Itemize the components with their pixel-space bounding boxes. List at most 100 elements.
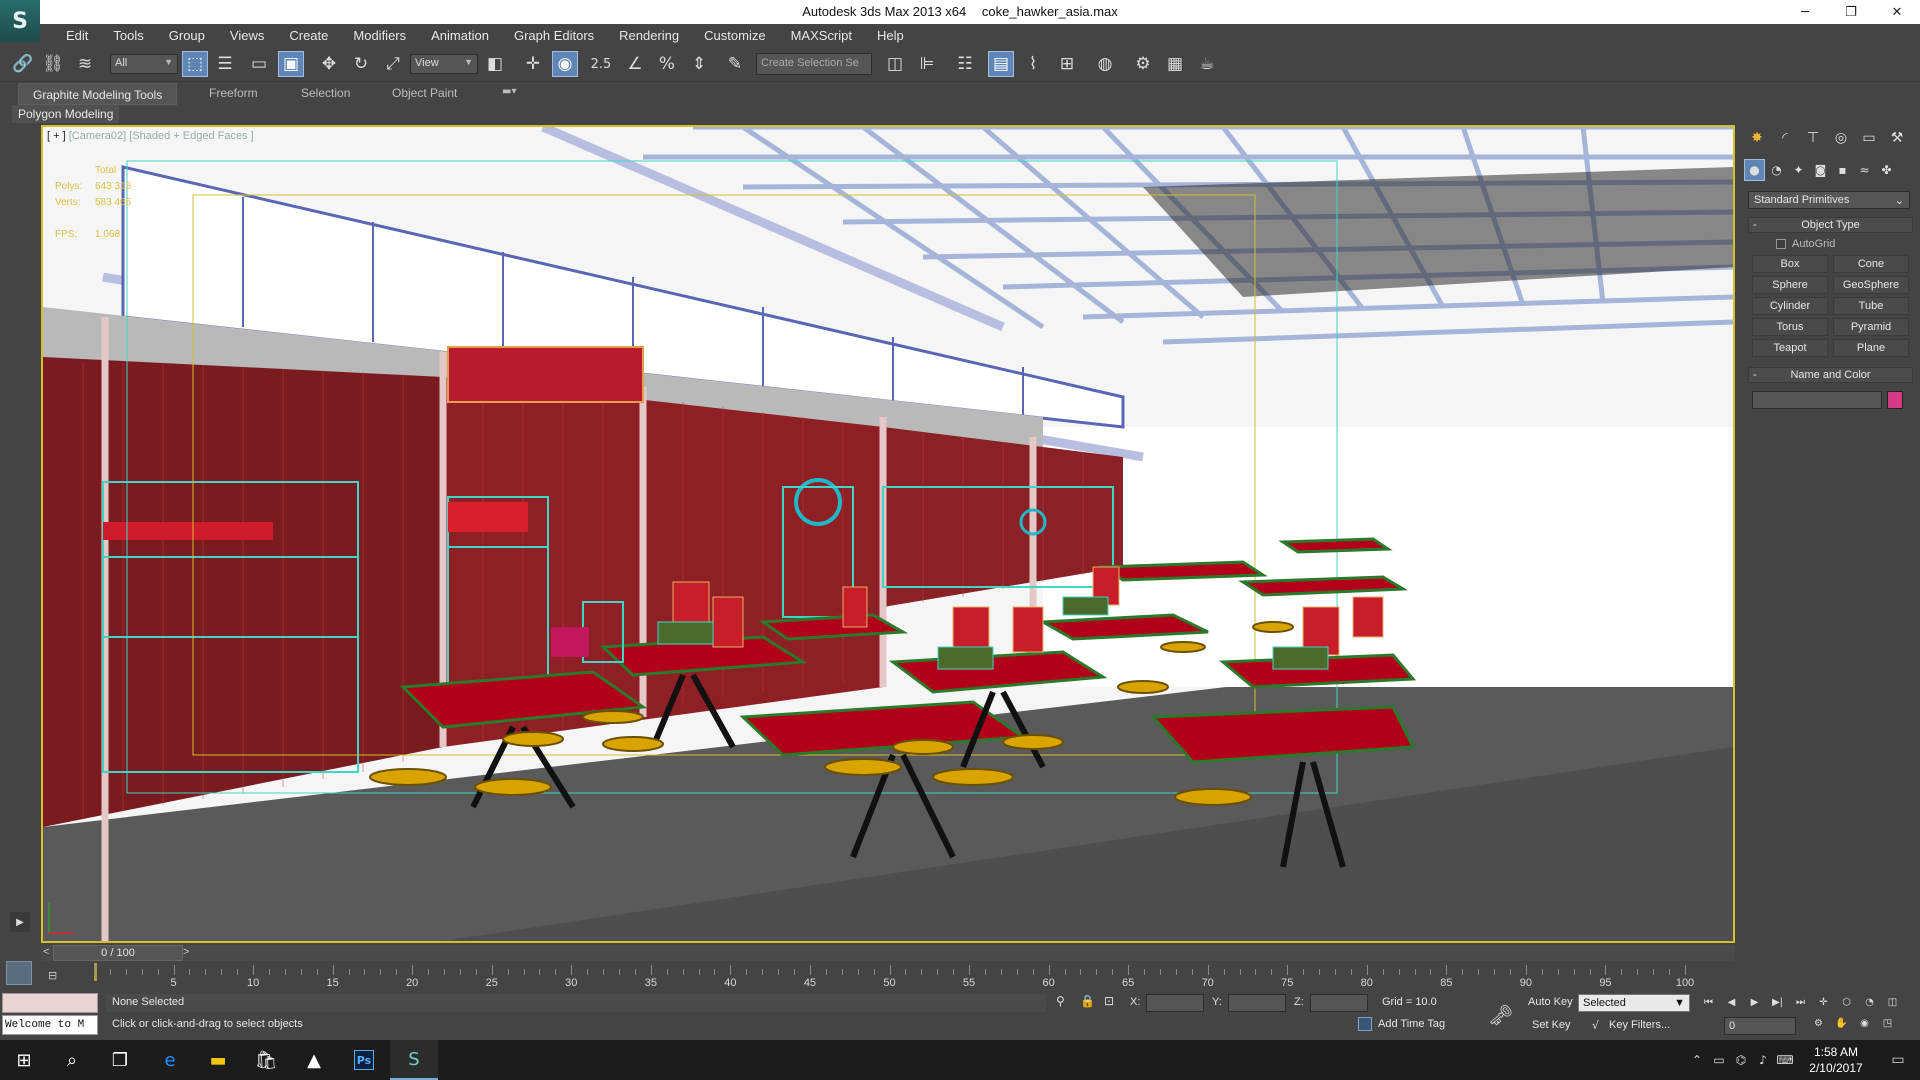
ribbon-options-icon[interactable]: ▬▾: [502, 86, 516, 97]
time-config-icon[interactable]: ⚙: [1810, 1015, 1827, 1032]
set-key-button[interactable]: Set Key: [1532, 1019, 1571, 1031]
hand-pan-icon[interactable]: ✋: [1833, 1015, 1850, 1032]
box-button[interactable]: Box: [1752, 255, 1828, 273]
time-slider[interactable]: < 0 / 100 >: [41, 945, 1735, 961]
next-frame-icon[interactable]: ▶|: [1769, 994, 1786, 1011]
tray-expand-icon[interactable]: ⌃: [1686, 1053, 1708, 1067]
go-to-end-icon[interactable]: ⏭: [1792, 994, 1809, 1011]
key-filter-icon[interactable]: √: [1592, 1019, 1599, 1032]
pin-icon[interactable]: ⚲: [1056, 994, 1065, 1008]
auto-key-button[interactable]: Auto Key: [1528, 996, 1573, 1008]
orbit-icon[interactable]: ◉: [1856, 1015, 1873, 1032]
minimize-button[interactable]: ─: [1782, 0, 1828, 24]
menu-edit[interactable]: Edit: [54, 28, 101, 43]
schematic-view-icon[interactable]: ⊞: [1054, 51, 1080, 77]
search-icon[interactable]: ⌕: [48, 1040, 96, 1080]
tray-volume-icon[interactable]: ♪: [1752, 1053, 1774, 1067]
mirror-icon[interactable]: ◫: [882, 51, 908, 77]
x-coordinate-input[interactable]: [1146, 994, 1204, 1012]
taskbar-clock[interactable]: 1:58 AM 2/10/2017: [1796, 1044, 1876, 1076]
menu-help[interactable]: Help: [865, 28, 917, 43]
edit-named-selection-icon[interactable]: ✎: [722, 51, 748, 77]
selection-filter-dropdown[interactable]: All ▼: [110, 54, 178, 74]
tab-selection[interactable]: Selection: [301, 86, 350, 100]
zoom-all-icon[interactable]: ⬡: [1838, 994, 1855, 1011]
menu-group[interactable]: Group: [157, 28, 218, 43]
angle-snap-icon[interactable]: ∠: [622, 51, 648, 77]
menu-customize[interactable]: Customize: [692, 28, 778, 43]
tube-button[interactable]: Tube: [1833, 297, 1909, 315]
snap-toggle-icon[interactable]: 2.5: [588, 51, 614, 77]
restore-button[interactable]: ❐: [1828, 0, 1874, 24]
menu-rendering[interactable]: Rendering: [607, 28, 692, 43]
z-coordinate-input[interactable]: [1310, 994, 1368, 1012]
primitive-type-dropdown[interactable]: Standard Primitives ⌄: [1748, 191, 1910, 209]
lights-icon[interactable]: ✦: [1788, 159, 1809, 181]
selection-lock-icon[interactable]: 🔒: [1080, 994, 1095, 1008]
play-icon[interactable]: ▶: [1746, 994, 1763, 1011]
time-slider-thumb[interactable]: 0 / 100: [53, 945, 183, 961]
geometry-icon[interactable]: ●: [1744, 159, 1765, 181]
display-tab-icon[interactable]: ▭: [1858, 127, 1880, 149]
cameras-icon[interactable]: ◙: [1810, 159, 1831, 181]
photos-icon[interactable]: ▲: [290, 1040, 338, 1080]
motion-tab-icon[interactable]: ◎: [1830, 127, 1852, 149]
tab-freeform[interactable]: Freeform: [209, 86, 258, 100]
add-time-tag[interactable]: Add Time Tag: [1358, 1017, 1445, 1031]
viewport-camera-label[interactable]: [Camera02] [Shaded + Edged Faces ]: [69, 130, 254, 142]
material-editor-icon[interactable]: ◍: [1092, 51, 1118, 77]
systems-icon[interactable]: ✤: [1876, 159, 1897, 181]
absolute-mode-icon[interactable]: ⊡: [1104, 994, 1114, 1008]
select-manipulate-icon[interactable]: ✛: [520, 51, 546, 77]
object-name-input[interactable]: [1752, 391, 1882, 409]
object-type-header[interactable]: - Object Type: [1748, 217, 1913, 233]
viewport-label[interactable]: [ + ] [Camera02] [Shaded + Edged Faces ]: [47, 130, 254, 142]
cone-button[interactable]: Cone: [1833, 255, 1909, 273]
render-setup-icon[interactable]: ⚙: [1130, 51, 1156, 77]
field-of-view-icon[interactable]: ◔: [1861, 994, 1878, 1011]
3dsmax-taskbar-icon[interactable]: S: [390, 1040, 438, 1080]
pivot-center-icon[interactable]: ◧: [482, 51, 508, 77]
windows-start-icon[interactable]: ⊞: [0, 1040, 48, 1080]
go-to-start-icon[interactable]: ⏮: [1700, 994, 1717, 1011]
maxscript-listener-input[interactable]: Welcome to M: [2, 1015, 98, 1035]
utilities-tab-icon[interactable]: ⚒: [1886, 127, 1908, 149]
maxscript-listener-output[interactable]: [2, 993, 98, 1013]
pyramid-button[interactable]: Pyramid: [1833, 318, 1909, 336]
autogrid-checkbox[interactable]: AutoGrid: [1748, 236, 1913, 252]
mini-curve-editor-icon[interactable]: [6, 961, 32, 985]
layer-manager-icon[interactable]: ☷: [952, 51, 978, 77]
ribbon-panel-polygon-modeling[interactable]: Polygon Modeling: [12, 105, 120, 123]
modify-tab-icon[interactable]: ◜: [1774, 127, 1796, 149]
y-coordinate-input[interactable]: [1228, 994, 1286, 1012]
teapot-button[interactable]: Teapot: [1752, 339, 1828, 357]
geosphere-button[interactable]: GeoSphere: [1833, 276, 1909, 294]
menu-modifiers[interactable]: Modifiers: [341, 28, 419, 43]
tray-network-icon[interactable]: ▭: [1708, 1053, 1730, 1067]
current-frame-input[interactable]: 0: [1724, 1017, 1796, 1035]
hierarchy-tab-icon[interactable]: ⊤: [1802, 127, 1824, 149]
viewport-menu-plus[interactable]: [ + ]: [47, 130, 66, 142]
menu-maxscript[interactable]: MAXScript: [779, 28, 865, 43]
app-logo-icon[interactable]: S: [0, 0, 40, 42]
rectangular-selection-icon[interactable]: ▭: [246, 51, 272, 77]
close-button[interactable]: ✕: [1874, 0, 1920, 24]
zoom-icon[interactable]: ✛: [1815, 994, 1832, 1011]
key-mode-icon[interactable]: ⊟: [48, 969, 68, 983]
plane-button[interactable]: Plane: [1833, 339, 1909, 357]
align-icon[interactable]: ⊫: [914, 51, 940, 77]
edge-browser-icon[interactable]: e: [146, 1040, 194, 1080]
action-center-icon[interactable]: ▭: [1876, 1052, 1920, 1068]
file-explorer-icon[interactable]: ▬: [194, 1040, 242, 1080]
time-next-button[interactable]: >: [183, 946, 189, 958]
curve-editor-icon[interactable]: ⌇: [1020, 51, 1046, 77]
percent-snap-icon[interactable]: %: [654, 51, 680, 77]
photoshop-icon[interactable]: Ps: [340, 1040, 388, 1080]
time-prev-button[interactable]: <: [43, 946, 49, 958]
shapes-icon[interactable]: ◔: [1766, 159, 1787, 181]
spacewarps-icon[interactable]: ≈: [1854, 159, 1875, 181]
reference-coord-dropdown[interactable]: View ▼: [410, 54, 478, 74]
store-icon[interactable]: 🛍: [242, 1040, 290, 1080]
frame-ruler[interactable]: 5 10 15 20 25 30 35 40 45 50 55 60 65 70 75 80 85 90 95 100: [94, 961, 1694, 991]
name-color-header[interactable]: - Name and Color: [1748, 367, 1913, 383]
